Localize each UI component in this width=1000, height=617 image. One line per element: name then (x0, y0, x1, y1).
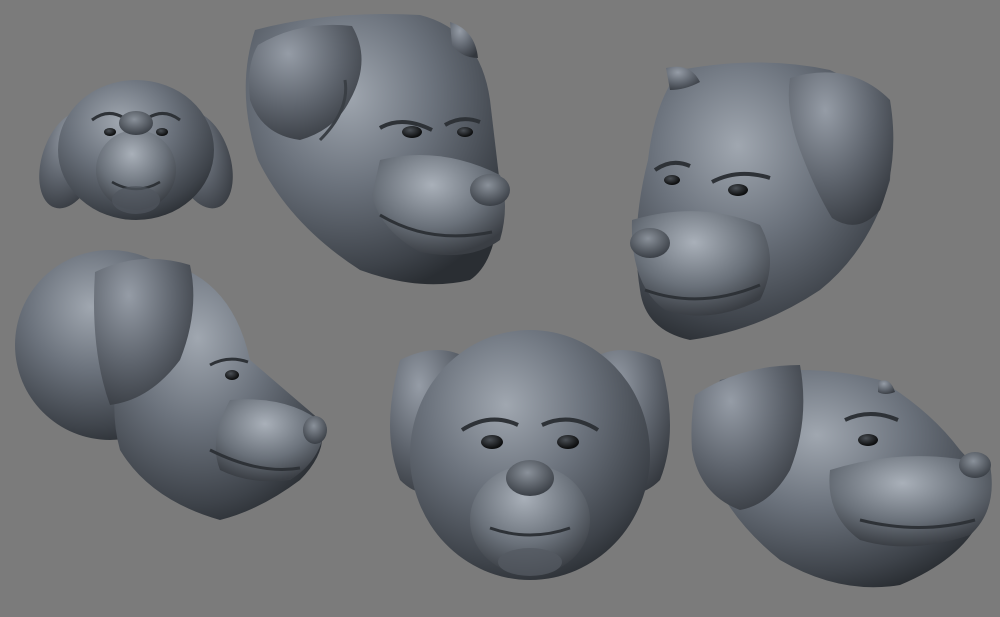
eye-icon (225, 370, 239, 380)
dog-head-low-angle-right[interactable] (691, 365, 992, 588)
eye-icon (156, 128, 168, 136)
nose-icon (470, 174, 510, 206)
nose-icon (506, 460, 554, 496)
dog-head-three-quarter-right[interactable] (245, 14, 510, 285)
nose-icon (959, 452, 991, 478)
eye-icon (858, 434, 878, 446)
eye-icon (557, 435, 579, 449)
dog-head-profile-right[interactable] (15, 250, 327, 520)
sculpt-viewport[interactable] (0, 0, 1000, 617)
eye-icon (481, 435, 503, 449)
eye-icon (402, 126, 422, 138)
nose-icon (119, 111, 153, 135)
nose-icon (303, 416, 327, 444)
eye-icon (457, 127, 473, 137)
eye-icon (104, 128, 116, 136)
eye-icon (728, 184, 748, 196)
nose-icon (630, 228, 670, 258)
dog-head-front-large[interactable] (390, 330, 670, 580)
eye-icon (664, 175, 680, 185)
dog-head-front-small[interactable] (28, 80, 244, 220)
sculpt-canvas[interactable] (0, 0, 1000, 617)
dog-head-three-quarter-left[interactable] (630, 62, 894, 341)
